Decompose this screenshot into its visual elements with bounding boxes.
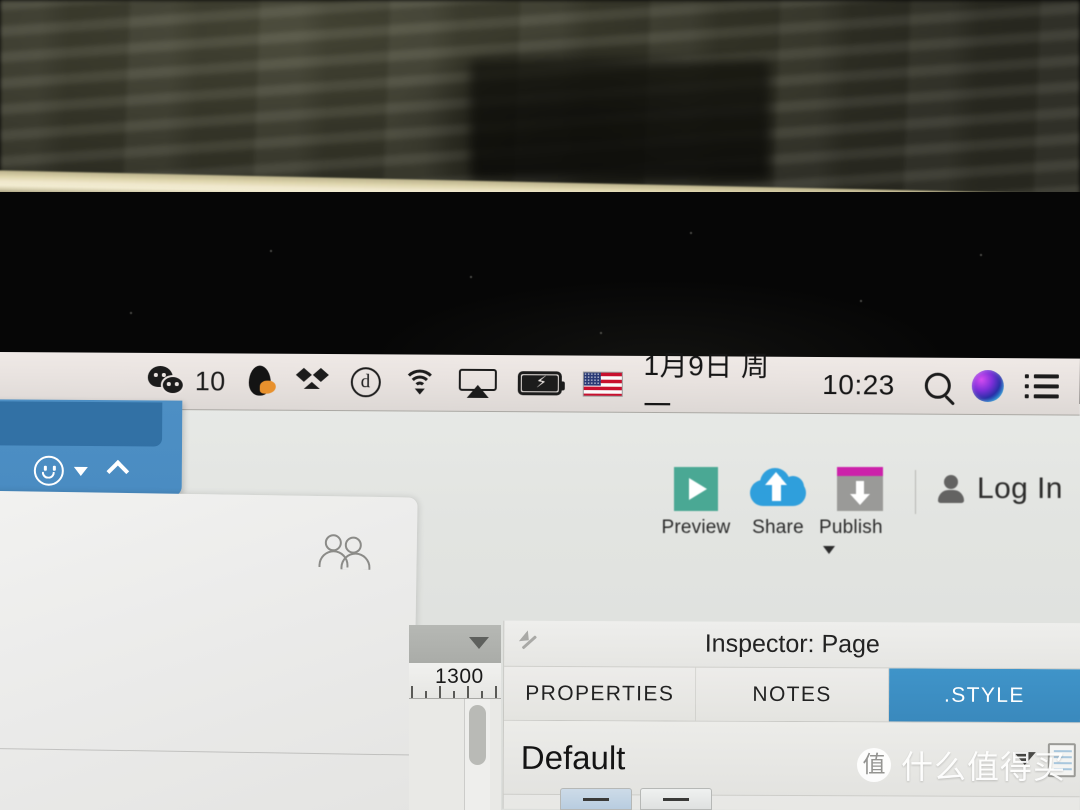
preview-play-icon — [674, 466, 718, 512]
menubar-item-dropbox[interactable] — [295, 367, 329, 396]
battery-charging-icon: ⚡ — [517, 371, 562, 396]
ruler-tick-label: 1300 — [435, 665, 484, 688]
wechat-unread-badge: 10 — [194, 365, 226, 396]
watermark: 值 什么值得买 — [856, 742, 1066, 788]
qq-icon — [246, 365, 276, 398]
contacts-panel[interactable] — [0, 490, 418, 810]
publish-button[interactable]: Publish — [819, 466, 901, 561]
chevron-down-icon[interactable] — [823, 545, 835, 554]
menubar-item-airplay[interactable] — [458, 368, 497, 398]
desk-background-photo — [0, 0, 1080, 196]
share-cloud-upload-icon — [750, 466, 806, 512]
menubar-item-siri[interactable] — [971, 369, 1004, 403]
menubar-item-wifi[interactable] — [401, 369, 437, 404]
wechat-icon — [147, 365, 186, 396]
contacts-group-icon[interactable] — [318, 534, 375, 573]
inspector-title: Inspector: Page — [704, 629, 880, 659]
tab-style[interactable]: .STYLE — [888, 668, 1080, 723]
publish-download-icon — [837, 466, 883, 512]
menubar-item-input-source[interactable] — [582, 371, 623, 397]
scrollbar-thumb[interactable] — [469, 705, 486, 765]
menubar-item-spotlight[interactable] — [924, 372, 951, 399]
toolbar-divider — [915, 470, 916, 514]
chat-window[interactable] — [0, 399, 183, 497]
ruler-header — [409, 625, 501, 663]
publish-label: Publish — [819, 517, 901, 561]
spotlight-search-icon — [924, 372, 951, 399]
menubar-item-wechat[interactable]: 10 — [147, 365, 226, 396]
menubar-item-d-app[interactable]: d — [350, 367, 381, 398]
chat-toolbar — [33, 455, 130, 487]
style-name-value: Default — [520, 738, 626, 776]
menubar-date[interactable]: 1月9日 周一 — [643, 344, 796, 425]
inspector-tabs: PROPERTIES NOTES .STYLE — [503, 666, 1080, 724]
blurred-desk-object — [470, 60, 770, 180]
screen-bezel — [0, 192, 1080, 360]
site-action-toolbar: Preview Share Publish Log In — [655, 466, 1063, 561]
panel-divider — [0, 747, 414, 756]
ruler-scroll-column: 1300 — [409, 625, 501, 810]
publish-label-text: Publish — [819, 517, 883, 538]
person-icon — [936, 474, 966, 504]
preview-button[interactable]: Preview — [655, 466, 737, 539]
watermark-logo: 值 — [856, 748, 891, 782]
login-button[interactable]: Log In — [936, 472, 1063, 506]
horizontal-ruler[interactable]: 1300 — [409, 663, 501, 699]
inspector-header: Inspector: Page — [504, 620, 1080, 670]
dropbox-icon — [295, 367, 329, 396]
chevron-up-icon[interactable] — [106, 459, 130, 483]
circled-d-icon: d — [350, 367, 381, 398]
preview-label: Preview — [661, 517, 731, 538]
notification-center-icon — [1024, 373, 1059, 399]
chevron-down-icon[interactable] — [469, 637, 489, 649]
chevron-down-icon[interactable] — [73, 466, 88, 476]
segment-button-2[interactable] — [640, 788, 712, 810]
screenshot-stage: 10 d ⚡ 1月9日 周一 10:23 1300 Inspector: Pag… — [0, 0, 1080, 810]
segment-button-1[interactable] — [560, 788, 632, 810]
canvas-scroll-area — [409, 699, 501, 810]
share-button[interactable]: Share — [737, 466, 819, 539]
menubar-item-qq[interactable] — [246, 365, 276, 398]
us-flag-input-icon — [582, 371, 623, 397]
menubar-item-notification-center[interactable] — [1024, 373, 1059, 399]
siri-icon — [971, 369, 1004, 403]
emoji-smiley-icon[interactable] — [33, 455, 64, 486]
login-label: Log In — [977, 472, 1063, 505]
watermark-text: 什么值得买 — [900, 748, 1066, 786]
wifi-icon — [401, 369, 437, 404]
airplay-icon — [458, 368, 497, 398]
tab-notes[interactable]: NOTES — [696, 667, 889, 722]
chat-input-field[interactable] — [0, 401, 163, 447]
tab-properties[interactable]: PROPERTIES — [503, 666, 697, 721]
menubar-item-battery[interactable]: ⚡ — [517, 371, 562, 396]
share-label: Share — [752, 517, 804, 538]
back-arrow-icon[interactable] — [517, 630, 540, 653]
menubar-clock[interactable]: 10:23 — [822, 369, 895, 401]
bottom-segmented-controls — [500, 786, 1080, 810]
